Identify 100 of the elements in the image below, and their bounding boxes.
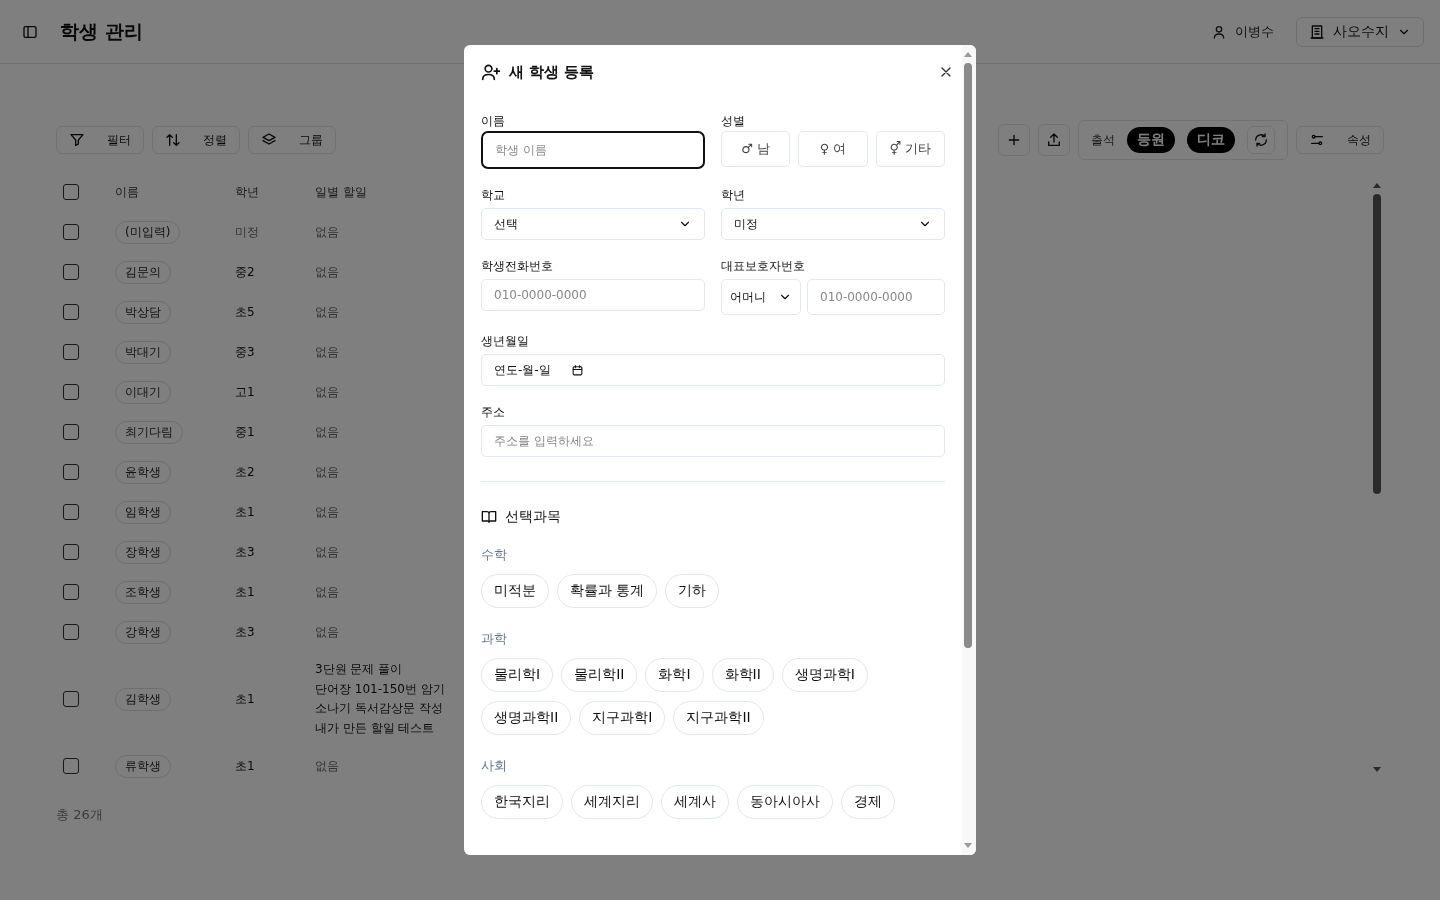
subject-chip[interactable]: 지구과학I [579,701,666,735]
select-all-checkbox[interactable] [63,184,79,200]
plus-icon [1006,132,1022,148]
subject-chip[interactable]: 세계사 [661,785,729,819]
subject-chip[interactable]: 물리학II [561,658,638,692]
page-title: 학생 관리 [60,18,143,44]
school-select[interactable]: 선택 [481,208,705,240]
subject-chip[interactable]: 생명과학II [481,701,572,735]
building-icon [1309,23,1325,40]
sort-arrows-icon [165,132,181,148]
row-checkbox[interactable] [63,264,79,280]
todo-text: 3단원 문제 풀이 [315,661,404,678]
subject-chip[interactable]: 미적분 [481,574,549,608]
grade-cell: 초1 [235,691,255,706]
row-checkbox[interactable] [63,344,79,360]
subject-group-label: 과학 [481,630,508,648]
subject-chip[interactable]: 한국지리 [481,785,563,819]
address-input[interactable]: 주소를 입력하세요 [481,425,945,457]
grade-cell: 초3 [235,624,255,639]
sidebar-toggle-icon [22,23,38,40]
column-header: 이름 [115,184,139,199]
row-checkbox[interactable] [63,224,79,240]
grade-cell: 초1 [235,584,255,599]
subject-chip[interactable]: 세계지리 [571,785,653,819]
grade-cell: 중1 [235,424,255,439]
column-header: 학년 [235,184,259,199]
subject-chip[interactable]: 물리학I [481,658,554,692]
todo-text: 없음 [315,623,340,641]
todo-text: 없음 [315,263,340,281]
row-checkbox[interactable] [63,424,79,440]
attendance-chip[interactable]: 디코 [1187,127,1235,153]
add-button[interactable] [998,124,1030,156]
attendance-label: 출석 [1091,131,1115,149]
todo-text: 단어장 101-150번 암기 [315,680,445,698]
export-button[interactable] [1038,124,1070,156]
row-checkbox[interactable] [63,624,79,640]
gender-option[interactable]: ♂ 남 [721,131,791,167]
upload-icon [1046,132,1062,148]
todo-text: 없음 [315,383,340,401]
refresh-icon [1253,132,1269,148]
field-label: 학년 [721,187,746,201]
gender-option[interactable]: ⚥ 기타 [875,131,945,167]
row-checkbox[interactable] [63,304,79,320]
row-checkbox[interactable] [63,464,79,480]
field-label: 학교 [481,187,506,201]
gender-option[interactable]: ♀ 여 [798,131,868,167]
sort-button[interactable]: 정렬 [152,126,240,154]
field-label: 성별 [721,113,746,127]
subject-group-label: 사회 [481,757,508,775]
todo-text: 없음 [315,757,340,775]
grade-cell: 초3 [235,544,255,559]
field-label: 생년월일 [481,333,530,347]
subject-chip[interactable]: 확률과 통계 [557,574,658,608]
todo-text: 없음 [315,343,340,361]
relation-select[interactable]: 어머니 [721,279,801,315]
field-label: 이름 [481,113,506,127]
subject-chip[interactable]: 기하 [665,574,720,608]
todo-text: 없음 [315,583,340,601]
grade-cell: 초5 [235,304,255,319]
filter-icon [69,132,85,148]
todo-text: 없음 [315,503,340,521]
field-label: 대표보호자번호 [721,258,806,272]
section-title: 선택과목 [505,508,561,526]
grade-cell: 초2 [235,464,255,479]
phone-input[interactable]: 010-0000-0000 [481,279,705,311]
row-checkbox[interactable] [63,384,79,400]
subject-chip[interactable]: 지구과학II [673,701,764,735]
row-checkbox[interactable] [63,758,79,774]
row-checkbox[interactable] [63,584,79,600]
subject-chip[interactable]: 화학II [711,658,774,692]
user-name: 이병수 [1235,22,1274,41]
group-button[interactable]: 그룹 [248,126,336,154]
subject-chip[interactable]: 화학I [645,658,704,692]
row-checkbox[interactable] [63,504,79,520]
todo-text: 소나기 독서감상문 작성 [315,700,444,717]
row-checkbox[interactable] [63,544,79,560]
sliders-icon [1309,132,1325,148]
properties-button[interactable]: 속성 [1296,126,1384,154]
birthdate-input[interactable]: 연도-월-일 [481,354,945,386]
grade-cell: 초1 [235,504,255,519]
grade-select[interactable]: 미정 [721,208,945,240]
guardian-phone-input[interactable]: 010-0000-0000 [807,279,945,315]
calendar-icon [570,363,584,377]
subject-chip[interactable]: 동아시아사 [737,785,833,819]
subject-chip[interactable]: 경제 [841,785,895,819]
organization-selector[interactable]: 사오수지 [1296,16,1424,47]
subject-chip[interactable]: 생명과학I [781,658,868,692]
row-checkbox[interactable] [63,691,79,707]
student-name-tag[interactable]: 김학생 [115,687,171,711]
refresh-button[interactable] [1247,126,1275,154]
todo-text: 없음 [315,223,340,241]
column-header: 일별 할일 [315,184,367,199]
user-icon [1211,23,1227,40]
todo-text: 없음 [315,543,340,561]
name-input[interactable]: 학생 이름 [481,131,705,169]
subject-group-label: 수학 [481,546,508,564]
grade-cell: 중2 [235,264,255,279]
attendance-chip[interactable]: 등원 [1127,127,1175,153]
field-label: 학생전화번호 [481,258,554,272]
filter-button[interactable]: 필터 [56,126,144,154]
